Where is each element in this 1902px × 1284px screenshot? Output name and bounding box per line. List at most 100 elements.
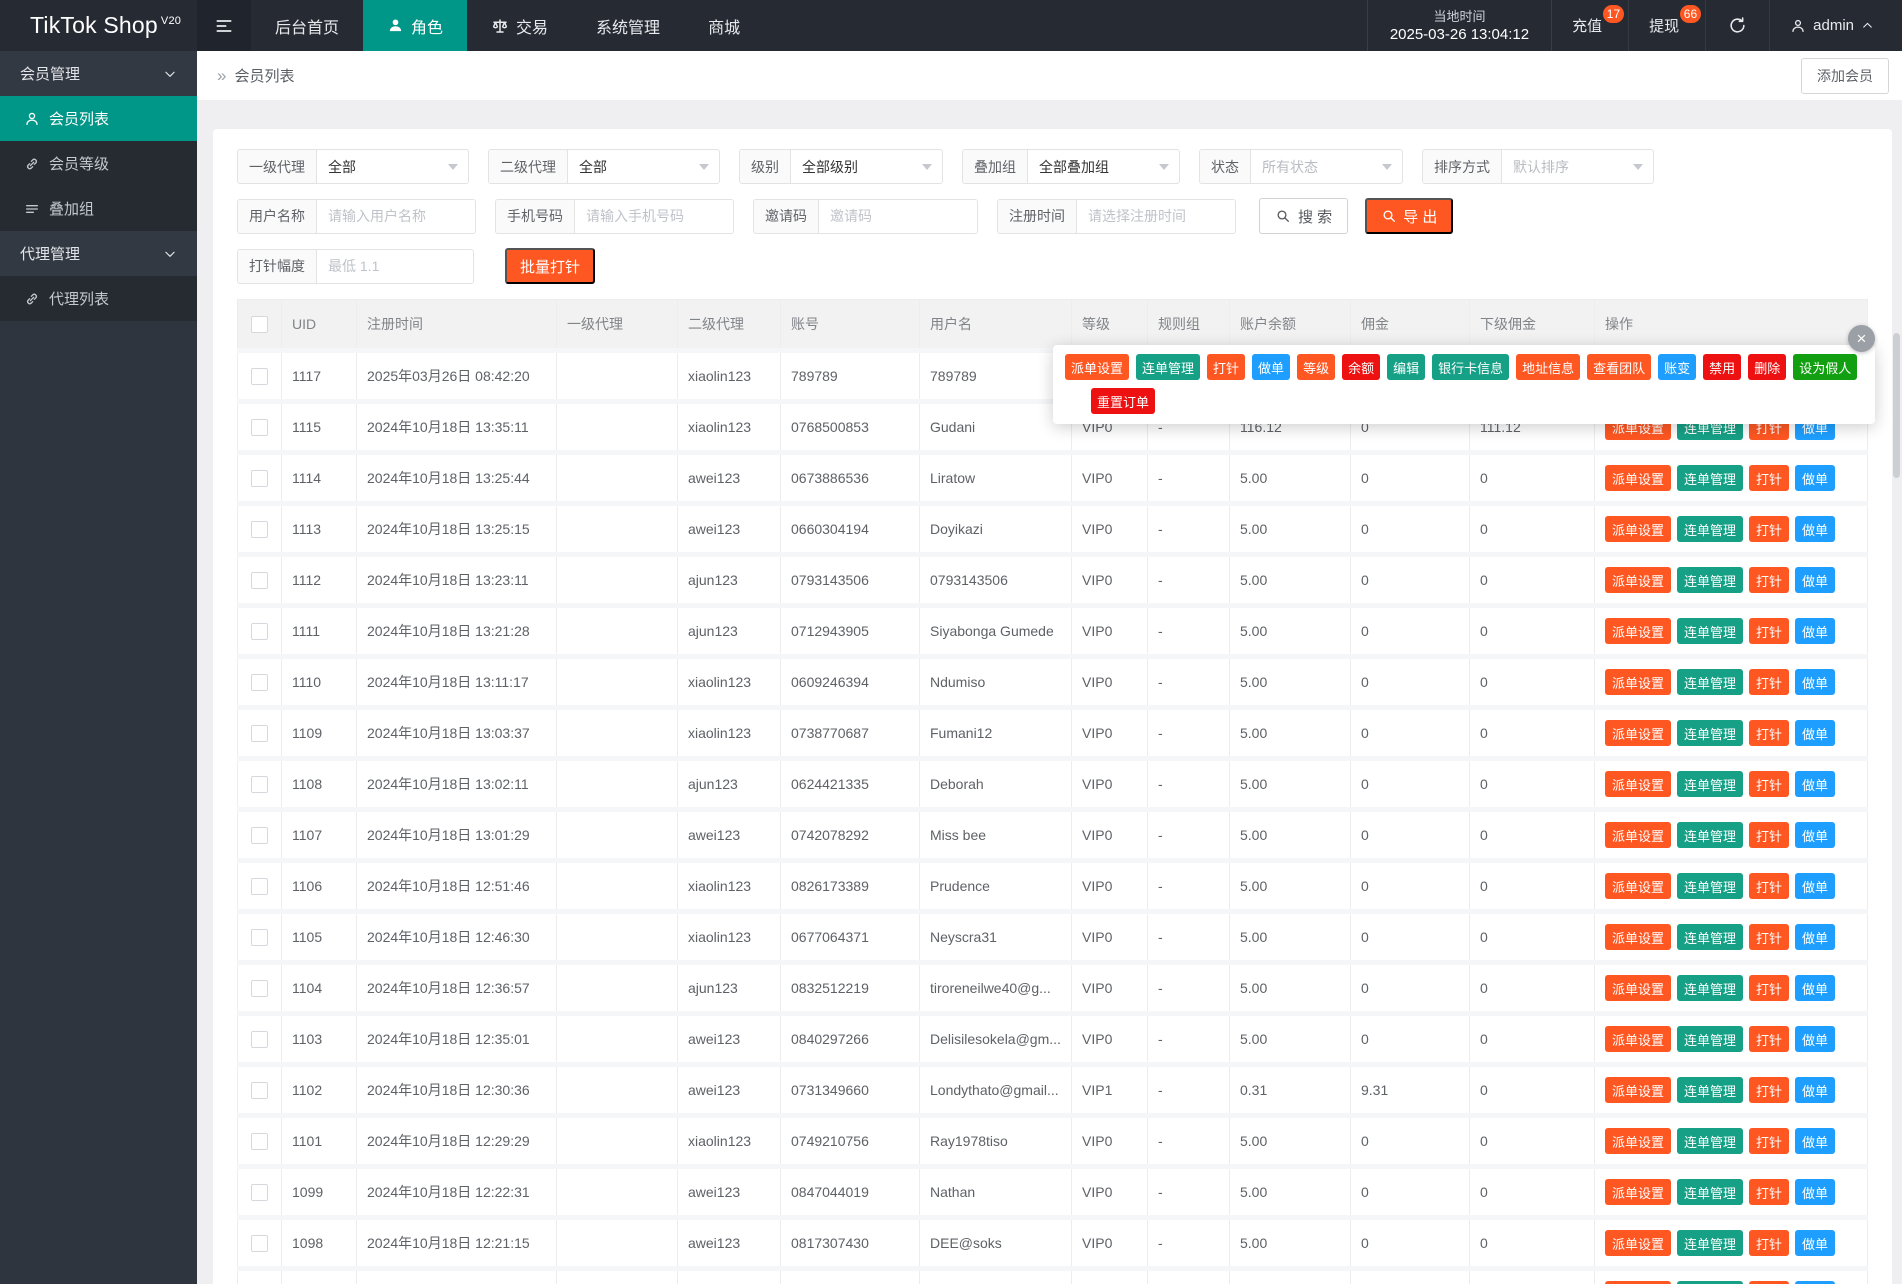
chain-order-manage-button[interactable]: 连单管理: [1677, 720, 1744, 746]
dispatch-settings-button[interactable]: 派单设置: [1605, 873, 1672, 899]
chain-order-manage-button[interactable]: 连单管理: [1677, 822, 1744, 848]
dispatch-settings-button[interactable]: 派单设置: [1605, 1179, 1672, 1205]
sidebar-item-stack-group[interactable]: 叠加组: [0, 186, 197, 231]
row-checkbox[interactable]: [251, 724, 268, 742]
row-checkbox[interactable]: [251, 1081, 268, 1099]
popup-close-button[interactable]: ×: [1848, 325, 1875, 352]
inject-button[interactable]: 打针: [1749, 1026, 1790, 1052]
nav-item-system[interactable]: 系统管理: [572, 0, 684, 51]
chain-order-manage-button[interactable]: 连单管理: [1677, 1026, 1744, 1052]
filter-select[interactable]: 默认排序: [1502, 150, 1653, 183]
scrollbar-thumb[interactable]: [1893, 333, 1900, 478]
row-checkbox[interactable]: [251, 1183, 268, 1201]
chain-order-manage-button[interactable]: 连单管理: [1677, 1230, 1744, 1256]
nav-item-dashboard[interactable]: 后台首页: [251, 0, 363, 51]
popup-action-button[interactable]: 禁用: [1703, 354, 1742, 380]
row-checkbox[interactable]: [251, 775, 268, 793]
make-order-button[interactable]: 做单: [1795, 1128, 1836, 1154]
popup-action-button[interactable]: 删除: [1748, 354, 1787, 380]
dispatch-settings-button[interactable]: 派单设置: [1605, 669, 1672, 695]
sidebar-item-member-management[interactable]: 会员管理: [0, 51, 197, 96]
search-button[interactable]: 搜 索: [1259, 198, 1349, 234]
popup-action-button[interactable]: 余额: [1342, 354, 1381, 380]
withdraw-button[interactable]: 提现 66: [1629, 0, 1707, 51]
inject-button[interactable]: 打针: [1749, 822, 1790, 848]
row-checkbox[interactable]: [251, 520, 268, 538]
dispatch-settings-button[interactable]: 派单设置: [1605, 1230, 1672, 1256]
popup-action-button[interactable]: 等级: [1297, 354, 1336, 380]
filter-select[interactable]: 全部叠加组: [1028, 150, 1179, 183]
inject-button[interactable]: 打针: [1749, 1179, 1790, 1205]
inject-button[interactable]: 打针: [1749, 1128, 1790, 1154]
filter-input[interactable]: [317, 199, 475, 233]
make-order-button[interactable]: 做单: [1795, 1179, 1836, 1205]
popup-action-button[interactable]: 账变: [1658, 354, 1697, 380]
filter-select[interactable]: 全部级别: [791, 150, 942, 183]
row-checkbox[interactable]: [251, 826, 268, 844]
make-order-button[interactable]: 做单: [1795, 720, 1836, 746]
make-order-button[interactable]: 做单: [1795, 1026, 1836, 1052]
inject-button[interactable]: 打针: [1749, 516, 1790, 542]
dispatch-settings-button[interactable]: 派单设置: [1605, 975, 1672, 1001]
make-order-button[interactable]: 做单: [1795, 975, 1836, 1001]
batch-inject-button[interactable]: 批量打针: [505, 248, 596, 284]
dispatch-settings-button[interactable]: 派单设置: [1605, 618, 1672, 644]
row-checkbox[interactable]: [251, 622, 268, 640]
make-order-button[interactable]: 做单: [1795, 516, 1836, 542]
dispatch-settings-button[interactable]: 派单设置: [1605, 465, 1672, 491]
select-all-checkbox[interactable]: [251, 315, 268, 333]
row-checkbox[interactable]: [251, 877, 268, 895]
recharge-button[interactable]: 充值 17: [1552, 0, 1630, 51]
inject-button[interactable]: 打针: [1749, 873, 1790, 899]
sidebar-item-member-list[interactable]: 会员列表: [0, 96, 197, 141]
chain-order-manage-button[interactable]: 连单管理: [1677, 873, 1744, 899]
make-order-button[interactable]: 做单: [1795, 618, 1836, 644]
inject-button[interactable]: 打针: [1749, 975, 1790, 1001]
inject-range-input[interactable]: [317, 249, 473, 283]
dispatch-settings-button[interactable]: 派单设置: [1605, 1077, 1672, 1103]
chain-order-manage-button[interactable]: 连单管理: [1677, 465, 1744, 491]
filter-select[interactable]: 全部: [317, 150, 468, 183]
make-order-button[interactable]: 做单: [1795, 924, 1836, 950]
inject-button[interactable]: 打针: [1749, 924, 1790, 950]
sidebar-item-agent-management[interactable]: 代理管理: [0, 231, 197, 276]
chain-order-manage-button[interactable]: 连单管理: [1677, 618, 1744, 644]
dispatch-settings-button[interactable]: 派单设置: [1605, 822, 1672, 848]
make-order-button[interactable]: 做单: [1795, 567, 1836, 593]
popup-action-button[interactable]: 银行卡信息: [1432, 354, 1510, 380]
refresh-button[interactable]: [1706, 0, 1771, 51]
inject-button[interactable]: 打针: [1749, 567, 1790, 593]
chain-order-manage-button[interactable]: 连单管理: [1677, 567, 1744, 593]
inject-button[interactable]: 打针: [1749, 465, 1790, 491]
user-menu[interactable]: admin: [1770, 0, 1902, 51]
row-checkbox[interactable]: [251, 1030, 268, 1048]
dispatch-settings-button[interactable]: 派单设置: [1605, 516, 1672, 542]
make-order-button[interactable]: 做单: [1795, 1230, 1836, 1256]
sidebar-item-member-level[interactable]: 会员等级: [0, 141, 197, 186]
make-order-button[interactable]: 做单: [1795, 669, 1836, 695]
chain-order-manage-button[interactable]: 连单管理: [1677, 1179, 1744, 1205]
filter-select[interactable]: 全部: [568, 150, 719, 183]
popup-action-button[interactable]: 编辑: [1387, 354, 1426, 380]
chain-order-manage-button[interactable]: 连单管理: [1677, 516, 1744, 542]
chain-order-manage-button[interactable]: 连单管理: [1677, 669, 1744, 695]
nav-item-transactions[interactable]: 交易: [467, 0, 572, 51]
inject-button[interactable]: 打针: [1749, 669, 1790, 695]
popup-action-button[interactable]: 设为假人: [1793, 354, 1858, 380]
dispatch-settings-button[interactable]: 派单设置: [1605, 1128, 1672, 1154]
filter-input[interactable]: [819, 199, 977, 233]
nav-item-mall[interactable]: 商城: [684, 0, 764, 51]
dispatch-settings-button[interactable]: 派单设置: [1605, 924, 1672, 950]
make-order-button[interactable]: 做单: [1795, 771, 1836, 797]
chain-order-manage-button[interactable]: 连单管理: [1677, 771, 1744, 797]
popup-action-button[interactable]: 派单设置: [1065, 354, 1130, 380]
popup-action-button[interactable]: 做单: [1252, 354, 1291, 380]
sidebar-item-agent-list[interactable]: 代理列表: [0, 276, 197, 321]
row-checkbox[interactable]: [251, 418, 268, 436]
nav-item-roles[interactable]: 角色: [363, 0, 468, 51]
dispatch-settings-button[interactable]: 派单设置: [1605, 771, 1672, 797]
filter-select[interactable]: 所有状态: [1251, 150, 1402, 183]
row-checkbox[interactable]: [251, 979, 268, 997]
inject-button[interactable]: 打针: [1749, 771, 1790, 797]
row-checkbox[interactable]: [251, 469, 268, 487]
